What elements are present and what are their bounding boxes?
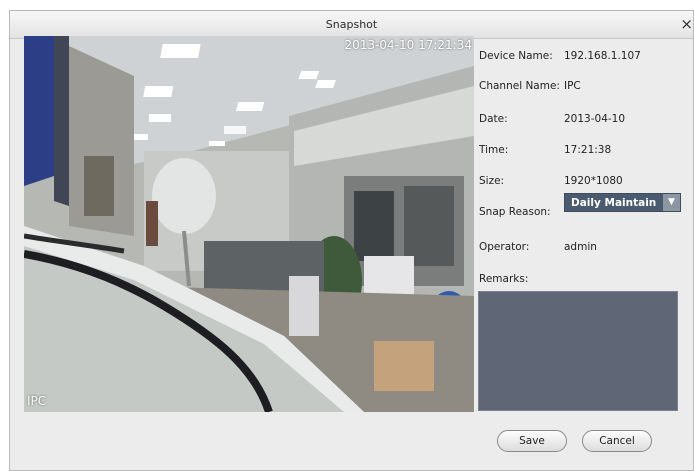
device-name-value: 192.168.1.107 (564, 50, 641, 62)
operator-label: Operator: (479, 241, 530, 253)
snapshot-scene (24, 36, 474, 412)
save-button[interactable]: Save (497, 430, 567, 452)
channel-name-value: IPC (564, 80, 581, 92)
snapshot-timestamp-overlay: 2013-04-10 17:21:34 (344, 38, 472, 52)
close-icon[interactable]: × (680, 15, 693, 33)
size-value: 1920*1080 (564, 175, 623, 187)
device-name-label: Device Name: (479, 50, 553, 62)
chevron-down-icon[interactable]: ▼ (663, 194, 680, 211)
operator-value: admin (564, 241, 597, 253)
title-bar: Snapshot × (10, 11, 693, 39)
date-value: 2013-04-10 (564, 113, 626, 125)
snap-reason-label: Snap Reason: (479, 206, 551, 218)
snap-reason-value: Daily Maintain (571, 197, 657, 209)
size-label: Size: (479, 175, 505, 187)
snapshot-channel-overlay: IPC (27, 394, 47, 408)
channel-name-label: Channel Name: (479, 80, 560, 92)
date-label: Date: (479, 113, 508, 125)
snapshot-image: 2013-04-10 17:21:34 IPC (24, 36, 474, 412)
time-label: Time: (479, 144, 509, 156)
remarks-label: Remarks: (479, 273, 529, 285)
time-value: 17:21:38 (564, 144, 612, 156)
dialog-title: Snapshot (325, 18, 378, 31)
cancel-button[interactable]: Cancel (582, 430, 652, 452)
remarks-textarea[interactable] (478, 291, 678, 411)
snap-reason-select[interactable]: Daily Maintain ▼ (564, 193, 681, 212)
